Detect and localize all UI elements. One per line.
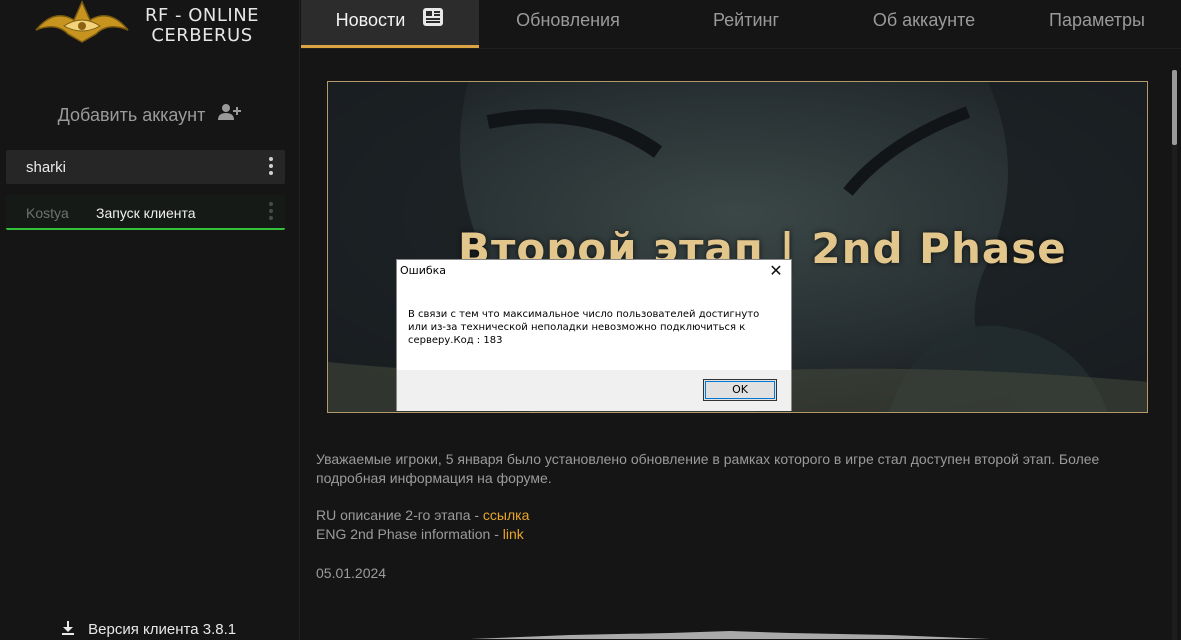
add-user-icon — [218, 101, 242, 131]
launcher-window: RF - ONLINE CERBERUS Добавить аккаунт sh… — [0, 0, 1181, 640]
tab-label: Об аккаунте — [872, 10, 976, 30]
ok-button[interactable]: OK — [703, 379, 777, 401]
tab-label: Рейтинг — [712, 10, 780, 30]
logo-emblem-icon — [35, 0, 129, 43]
logo-line-2: CERBERUS — [151, 25, 253, 46]
client-version[interactable]: Версия клиента 3.8.1 — [60, 620, 236, 640]
news-body: Уважаемые игроки, 5 января было установл… — [316, 451, 1100, 486]
dialog-title: Ошибка — [400, 264, 447, 277]
dialog-footer: OK — [397, 370, 791, 411]
ru-prefix: RU описание 2-го этапа - — [316, 507, 483, 523]
tab-label: Новости — [335, 10, 406, 30]
tab-rating[interactable]: Рейтинг — [657, 0, 835, 48]
error-dialog: Ошибка ✕ В связи с тем что максимальное … — [396, 259, 792, 411]
top-nav: Новости Обновления Рейтинг Об аккаунте П… — [301, 0, 1181, 49]
account-name: Kostya — [26, 205, 69, 221]
download-icon — [60, 620, 76, 640]
tab-label: Обновления — [516, 10, 620, 30]
account-name: sharki — [26, 159, 67, 176]
logo-text: RF - ONLINE CERBERUS — [142, 6, 262, 46]
eng-description-line: ENG 2nd Phase information - link — [316, 526, 524, 542]
news-date: 05.01.2024 — [316, 565, 387, 581]
add-account-label: Добавить аккаунт — [57, 105, 206, 125]
dialog-message: В связи с тем что максимальное число пол… — [408, 309, 760, 346]
scrollbar-thumb[interactable] — [1172, 70, 1177, 145]
tab-updates[interactable]: Обновления — [479, 0, 657, 48]
divider-ornament-icon — [470, 631, 990, 639]
account-item[interactable]: sharki — [6, 150, 285, 184]
account-item-active[interactable]: Kostya Запуск клиента — [6, 195, 285, 230]
newspaper-icon — [422, 1, 444, 41]
logo: RF - ONLINE CERBERUS — [30, 0, 270, 48]
content-scrollbar[interactable] — [1172, 70, 1177, 640]
launch-client-button[interactable]: Запуск клиента — [96, 205, 196, 221]
version-label: Версия клиента 3.8.1 — [88, 620, 237, 638]
ru-link[interactable]: ссылка — [483, 507, 529, 523]
ru-description-line: RU описание 2-го этапа - ссылка — [316, 507, 529, 523]
close-icon[interactable]: ✕ — [761, 260, 791, 282]
tab-account[interactable]: Об аккаунте — [835, 0, 1013, 48]
kebab-menu-icon[interactable] — [265, 155, 277, 179]
kebab-menu-icon[interactable] — [265, 200, 277, 224]
eng-link[interactable]: link — [503, 526, 524, 542]
tab-news[interactable]: Новости — [301, 0, 479, 48]
tab-label: Параметры — [1049, 10, 1145, 30]
tab-settings[interactable]: Параметры — [1013, 0, 1181, 48]
eng-prefix: ENG 2nd Phase information - — [316, 526, 503, 542]
sidebar: RF - ONLINE CERBERUS Добавить аккаунт sh… — [0, 0, 300, 640]
logo-line-1: RF - ONLINE — [144, 5, 260, 26]
add-account-button[interactable]: Добавить аккаунт — [0, 100, 300, 130]
